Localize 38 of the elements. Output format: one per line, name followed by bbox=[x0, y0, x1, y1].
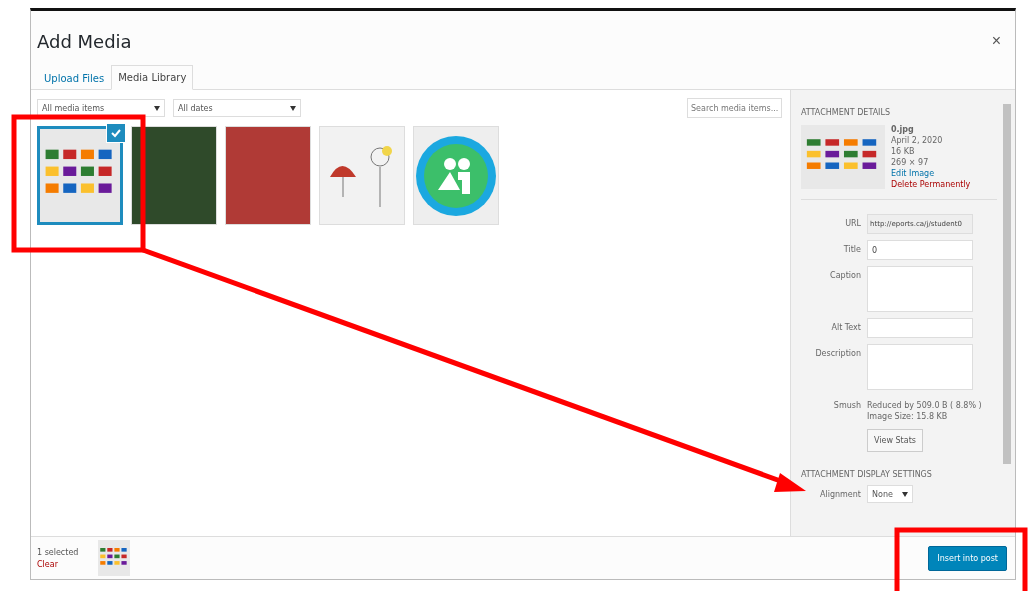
smush-info: Image Size: 15.8 KB bbox=[867, 412, 949, 421]
input-field[interactable] bbox=[867, 318, 973, 338]
tab[interactable]: Media Library bbox=[111, 65, 194, 90]
modal-title: Add Media bbox=[37, 30, 132, 52]
field-label: Smush bbox=[832, 400, 861, 412]
clear-link[interactable]: Clear bbox=[37, 559, 79, 569]
upload-date: April 2, 2020 bbox=[891, 136, 944, 145]
view-stats-button[interactable]: View Stats bbox=[867, 429, 923, 452]
flags-image bbox=[98, 540, 131, 576]
section-heading: ATTACHMENT DISPLAY SETTINGS bbox=[801, 470, 933, 479]
alignment-dropdown[interactable]: None bbox=[867, 485, 913, 503]
edit-image-link[interactable]: Edit Image bbox=[891, 169, 971, 178]
check-icon[interactable] bbox=[106, 123, 126, 143]
field-label: URL bbox=[844, 218, 861, 230]
file-size: 16 KB bbox=[891, 147, 916, 156]
delete-link[interactable]: Delete Permanently bbox=[891, 180, 971, 189]
field-label: Alt Text bbox=[830, 322, 861, 334]
caret-icon bbox=[902, 491, 908, 497]
people-logo-icon bbox=[416, 135, 496, 216]
insert-button[interactable]: Insert into post bbox=[928, 545, 1007, 571]
field-label: Caption bbox=[829, 270, 861, 282]
image-dimensions: 269 × 97 bbox=[891, 158, 930, 167]
scrollbar[interactable] bbox=[1003, 104, 1011, 464]
field-label: Description bbox=[814, 348, 861, 360]
file-name: 0.jpg bbox=[891, 125, 915, 134]
field-label: Title bbox=[842, 244, 861, 256]
field-label: Alignment bbox=[819, 489, 861, 501]
caret-icon bbox=[154, 105, 160, 111]
search-field[interactable]: Search media items... bbox=[687, 98, 782, 118]
tab[interactable]: Upload Files bbox=[37, 66, 112, 90]
filter-dropdown[interactable]: All media items bbox=[37, 99, 165, 117]
smush-info: Reduced by 509.0 B ( 8.8% ) bbox=[867, 401, 982, 410]
close-button[interactable]: × bbox=[985, 31, 1007, 51]
section-heading: ATTACHMENT DETAILS bbox=[801, 108, 891, 117]
filter-dropdown[interactable]: All dates bbox=[173, 99, 301, 117]
caret-icon bbox=[290, 105, 296, 111]
input-field[interactable]: 0 bbox=[867, 240, 973, 260]
selection-count: 1 selected bbox=[37, 547, 79, 557]
